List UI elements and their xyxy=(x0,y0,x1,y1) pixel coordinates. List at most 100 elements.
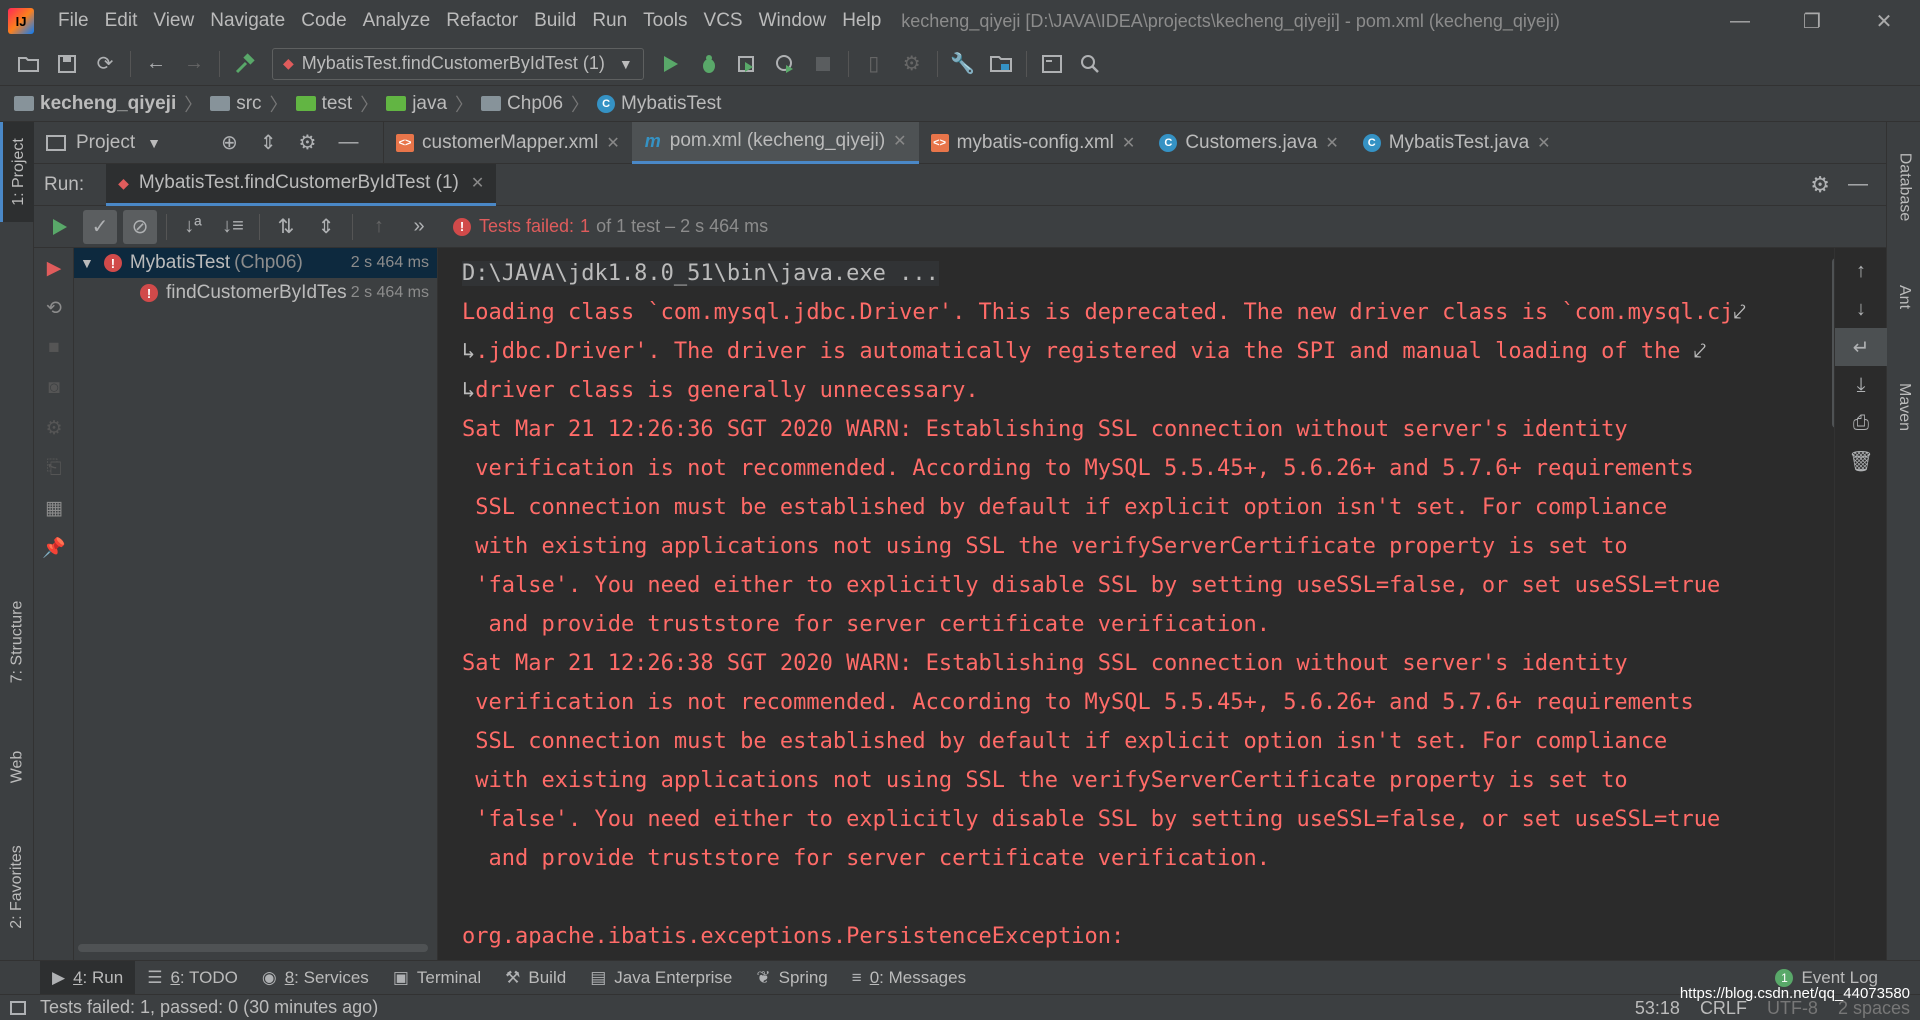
tab-terminal[interactable]: ▣ Terminal xyxy=(381,961,493,995)
web-tool-tab[interactable]: Web xyxy=(0,722,34,812)
layout-icon[interactable]: ▦ xyxy=(34,488,74,528)
tree-node-mybatistest[interactable]: ▼ ! MybatisTest (Chp06) 2 s 464 ms xyxy=(74,248,437,278)
close-icon[interactable]: ✕ xyxy=(471,173,484,193)
menu-analyze[interactable]: Analyze xyxy=(355,0,439,42)
close-icon[interactable]: ✕ xyxy=(1325,133,1338,153)
rerun-failed-icon[interactable]: ▶ xyxy=(34,248,74,288)
locate-target-icon[interactable]: ⊕ xyxy=(221,130,238,155)
stop-icon[interactable] xyxy=(809,50,837,78)
trash-icon[interactable]: 🗑 xyxy=(1835,442,1887,480)
menu-build[interactable]: Build xyxy=(526,0,584,42)
breadcrumb-mybatistest[interactable]: C MybatisTest xyxy=(597,93,721,115)
terminal-window-icon[interactable] xyxy=(1038,50,1066,78)
menu-vcs[interactable]: VCS xyxy=(696,0,751,42)
run-configuration-dropdown[interactable]: ◆ MybatisTest.findCustomerByIdTest (1) ▼ xyxy=(272,47,644,80)
collapse-all-icon[interactable]: ⇕ xyxy=(260,130,277,155)
breadcrumb-src[interactable]: src xyxy=(210,93,262,115)
restore-button[interactable]: ❐ xyxy=(1776,0,1848,42)
rerun-play-icon[interactable] xyxy=(43,210,77,244)
sort-alphabetically-icon[interactable]: ↓ª xyxy=(176,210,210,244)
back-arrow-icon[interactable]: ← xyxy=(142,50,170,78)
pin-icon[interactable]: 📌 xyxy=(34,528,74,568)
database-tool-tab[interactable]: Database xyxy=(1887,132,1920,242)
status-message[interactable]: Tests failed: 1, passed: 0 (30 minutes a… xyxy=(40,997,378,1018)
tab-spring[interactable]: ❦ Spring xyxy=(744,961,839,995)
tab-mybatistest-java[interactable]: C MybatisTest.java ✕ xyxy=(1351,122,1563,164)
sort-by-duration-icon[interactable]: ↓≡ xyxy=(216,210,250,244)
hide-panel-icon[interactable]: — xyxy=(338,131,358,154)
project-tool-tab[interactable]: 1: Project xyxy=(0,122,34,222)
menu-navigate[interactable]: Navigate xyxy=(202,0,293,42)
gear-icon[interactable]: ⚙ xyxy=(1810,172,1830,198)
show-passed-check-icon[interactable]: ✓ xyxy=(83,209,117,244)
caret-position[interactable]: 53:18 xyxy=(1635,998,1680,1019)
update-app-icon[interactable]: ⚙ xyxy=(898,50,926,78)
tab-java-enterprise[interactable]: ▤ Java Enterprise xyxy=(578,961,744,995)
minimize-button[interactable]: — xyxy=(1704,0,1776,42)
maven-tool-tab[interactable]: Maven xyxy=(1887,352,1920,462)
attach-debugger-icon[interactable]: ▯ xyxy=(860,50,888,78)
menu-code[interactable]: Code xyxy=(293,0,354,42)
scroll-to-end-icon[interactable]: ⤓ xyxy=(1835,366,1887,404)
run-with-coverage-icon[interactable] xyxy=(733,50,761,78)
breadcrumb-chp06[interactable]: Chp06 xyxy=(481,93,563,115)
down-arrow-icon[interactable]: ↓ xyxy=(1835,290,1887,328)
menu-window[interactable]: Window xyxy=(751,0,835,42)
previous-failed-icon[interactable]: ↑ xyxy=(362,210,396,244)
tab-services[interactable]: ◉ 8: Services xyxy=(250,961,381,995)
tab-pom-xml[interactable]: m pom.xml (kecheng_qiyeji) ✕ xyxy=(631,121,919,164)
tab-messages[interactable]: ≡ 0: Messages xyxy=(840,961,978,995)
collapse-all-icon[interactable]: ⇕ xyxy=(309,210,343,244)
tree-horizontal-scrollbar[interactable] xyxy=(78,944,428,952)
close-window-button[interactable]: ✕ xyxy=(1848,0,1920,42)
soft-wrap-toggle-icon[interactable]: ↵ xyxy=(1835,328,1887,366)
menu-edit[interactable]: Edit xyxy=(97,0,146,42)
menu-file[interactable]: File xyxy=(50,0,97,42)
search-icon[interactable] xyxy=(1076,50,1104,78)
favorites-tool-tab[interactable]: 2: Favorites xyxy=(0,822,34,952)
show-ignored-icon[interactable]: ⊘ xyxy=(123,209,157,244)
up-arrow-icon[interactable]: ↑ xyxy=(1835,252,1887,290)
menu-refactor[interactable]: Refactor xyxy=(438,0,526,42)
menu-view[interactable]: View xyxy=(145,0,202,42)
tab-customermapper-xml[interactable]: <> customerMapper.xml ✕ xyxy=(384,122,632,164)
hide-panel-icon[interactable]: — xyxy=(1848,173,1868,196)
open-folder-icon[interactable] xyxy=(15,50,43,78)
breadcrumb-test[interactable]: test xyxy=(295,93,352,115)
toggle-auto-test-icon[interactable]: ⟲ xyxy=(34,288,74,328)
project-structure-icon[interactable] xyxy=(987,50,1015,78)
tab-customers-java[interactable]: C Customers.java ✕ xyxy=(1147,122,1350,164)
close-icon[interactable]: ✕ xyxy=(606,133,619,153)
profile-icon[interactable] xyxy=(771,50,799,78)
tab-build[interactable]: ⚒ Build xyxy=(493,961,578,995)
close-icon[interactable]: ✕ xyxy=(893,131,906,151)
status-panel-icon[interactable] xyxy=(10,1000,26,1015)
print-icon[interactable]: ⎙ xyxy=(1835,404,1887,442)
debug-bug-icon[interactable] xyxy=(695,50,723,78)
tab-run[interactable]: ▶ 4: Run xyxy=(40,960,136,995)
tab-mybatis-config-xml[interactable]: <> mybatis-config.xml ✕ xyxy=(919,122,1148,164)
tab-todo[interactable]: ☰ 6: TODO xyxy=(135,961,250,995)
breadcrumb-project[interactable]: kecheng_qiyeji xyxy=(14,93,176,115)
breadcrumb-java[interactable]: java xyxy=(386,93,447,115)
close-icon[interactable]: ✕ xyxy=(1122,133,1135,153)
expand-arrow-icon[interactable]: ▼ xyxy=(80,255,94,271)
run-play-icon[interactable] xyxy=(657,50,685,78)
chevron-down-icon[interactable]: ▼ xyxy=(147,135,161,151)
import-icon[interactable]: ⎗ xyxy=(34,448,74,488)
project-pane-label[interactable]: Project xyxy=(76,132,135,154)
run-tab[interactable]: ◆ MybatisTest.findCustomerByIdTest (1) ✕ xyxy=(106,163,497,206)
expand-all-icon[interactable]: ⇅ xyxy=(269,210,303,244)
settings-wrench-icon[interactable]: 🔧 xyxy=(949,50,977,78)
console-output[interactable]: D:\JAVA\jdk1.8.0_51\bin\java.exe ... Loa… xyxy=(438,248,1834,960)
stop-icon[interactable]: ■ xyxy=(34,328,74,368)
settings-icon[interactable]: ⚙ xyxy=(34,408,74,448)
close-icon[interactable]: ✕ xyxy=(1537,133,1550,153)
menu-run[interactable]: Run xyxy=(584,0,635,42)
tree-node-findcustomerbyidtest[interactable]: ! findCustomerByIdTes 2 s 464 ms xyxy=(74,278,437,308)
structure-tool-tab[interactable]: 7: Structure xyxy=(0,582,34,702)
build-hammer-icon[interactable] xyxy=(231,50,259,78)
gear-icon[interactable]: ⚙ xyxy=(299,130,317,155)
ant-tool-tab[interactable]: Ant xyxy=(1887,262,1920,332)
forward-arrow-icon[interactable]: → xyxy=(180,50,208,78)
